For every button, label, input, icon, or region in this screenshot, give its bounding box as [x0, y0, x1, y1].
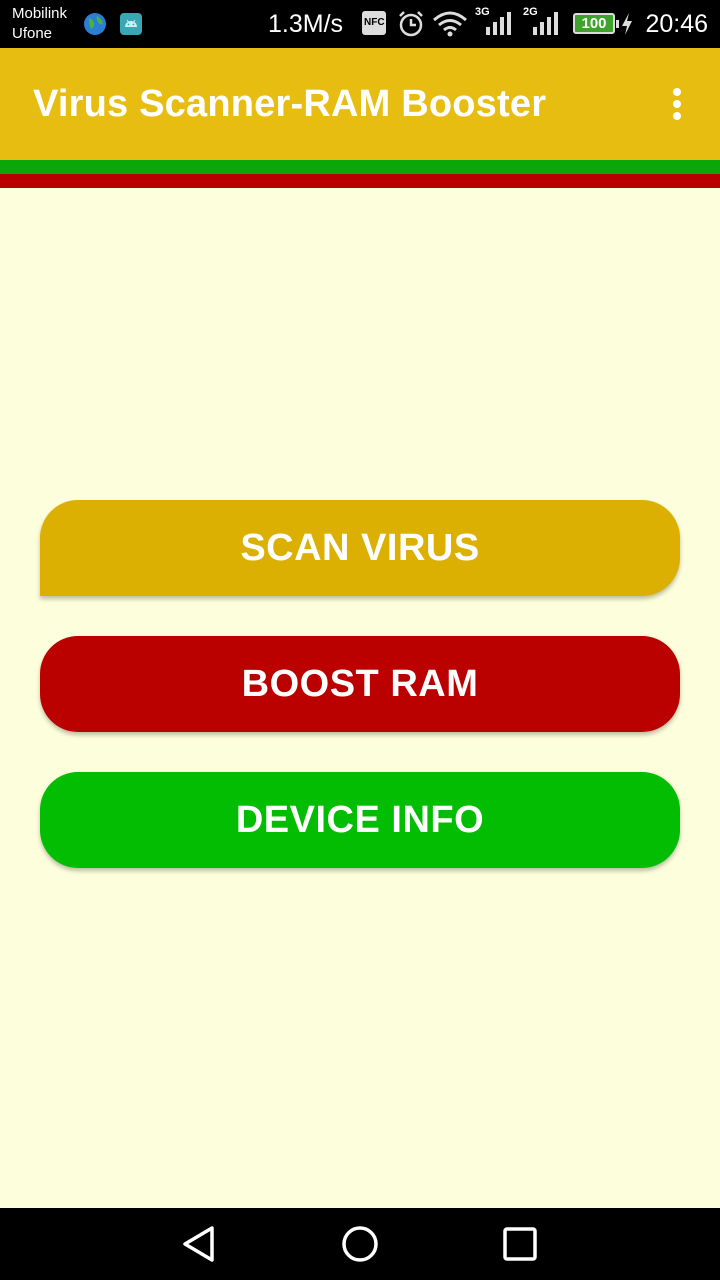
nfc-label: NFC	[364, 17, 385, 28]
scan-virus-button[interactable]: SCAN VIRUS	[40, 500, 680, 596]
clock: 20:46	[645, 10, 708, 38]
battery-icon: 100	[573, 13, 619, 34]
app-title: Virus Scanner-RAM Booster	[33, 83, 547, 125]
navigation-bar	[0, 1208, 720, 1280]
more-vert-icon[interactable]	[660, 84, 694, 124]
app-toolbar: Virus Scanner-RAM Booster	[0, 48, 720, 160]
charging-icon	[622, 13, 632, 35]
home-icon[interactable]	[340, 1224, 380, 1264]
nfc-icon: NFC	[362, 11, 386, 35]
carrier-2: Ufone	[12, 25, 53, 42]
alarm-icon	[399, 11, 423, 37]
recents-icon[interactable]	[500, 1224, 540, 1264]
signal-icon-2	[533, 12, 558, 35]
device-info-button[interactable]: DEVICE INFO	[40, 772, 680, 868]
carrier-names: Mobilink Ufone	[12, 4, 67, 44]
android-icon	[120, 13, 142, 35]
battery-level: 100	[581, 15, 607, 32]
boost-ram-button[interactable]: BOOST RAM	[40, 636, 680, 732]
status-bar: Mobilink Ufone 1.3M/s NFC 3G 2G 100 20:4…	[0, 0, 720, 48]
red-stripe	[0, 174, 720, 188]
network-speed: 1.3M/s	[268, 10, 344, 38]
green-stripe	[0, 160, 720, 174]
wifi-icon	[433, 11, 467, 37]
back-icon[interactable]	[180, 1224, 220, 1264]
carrier-1: Mobilink	[12, 5, 68, 22]
globe-icon	[84, 13, 106, 35]
signal-icon	[486, 12, 511, 35]
